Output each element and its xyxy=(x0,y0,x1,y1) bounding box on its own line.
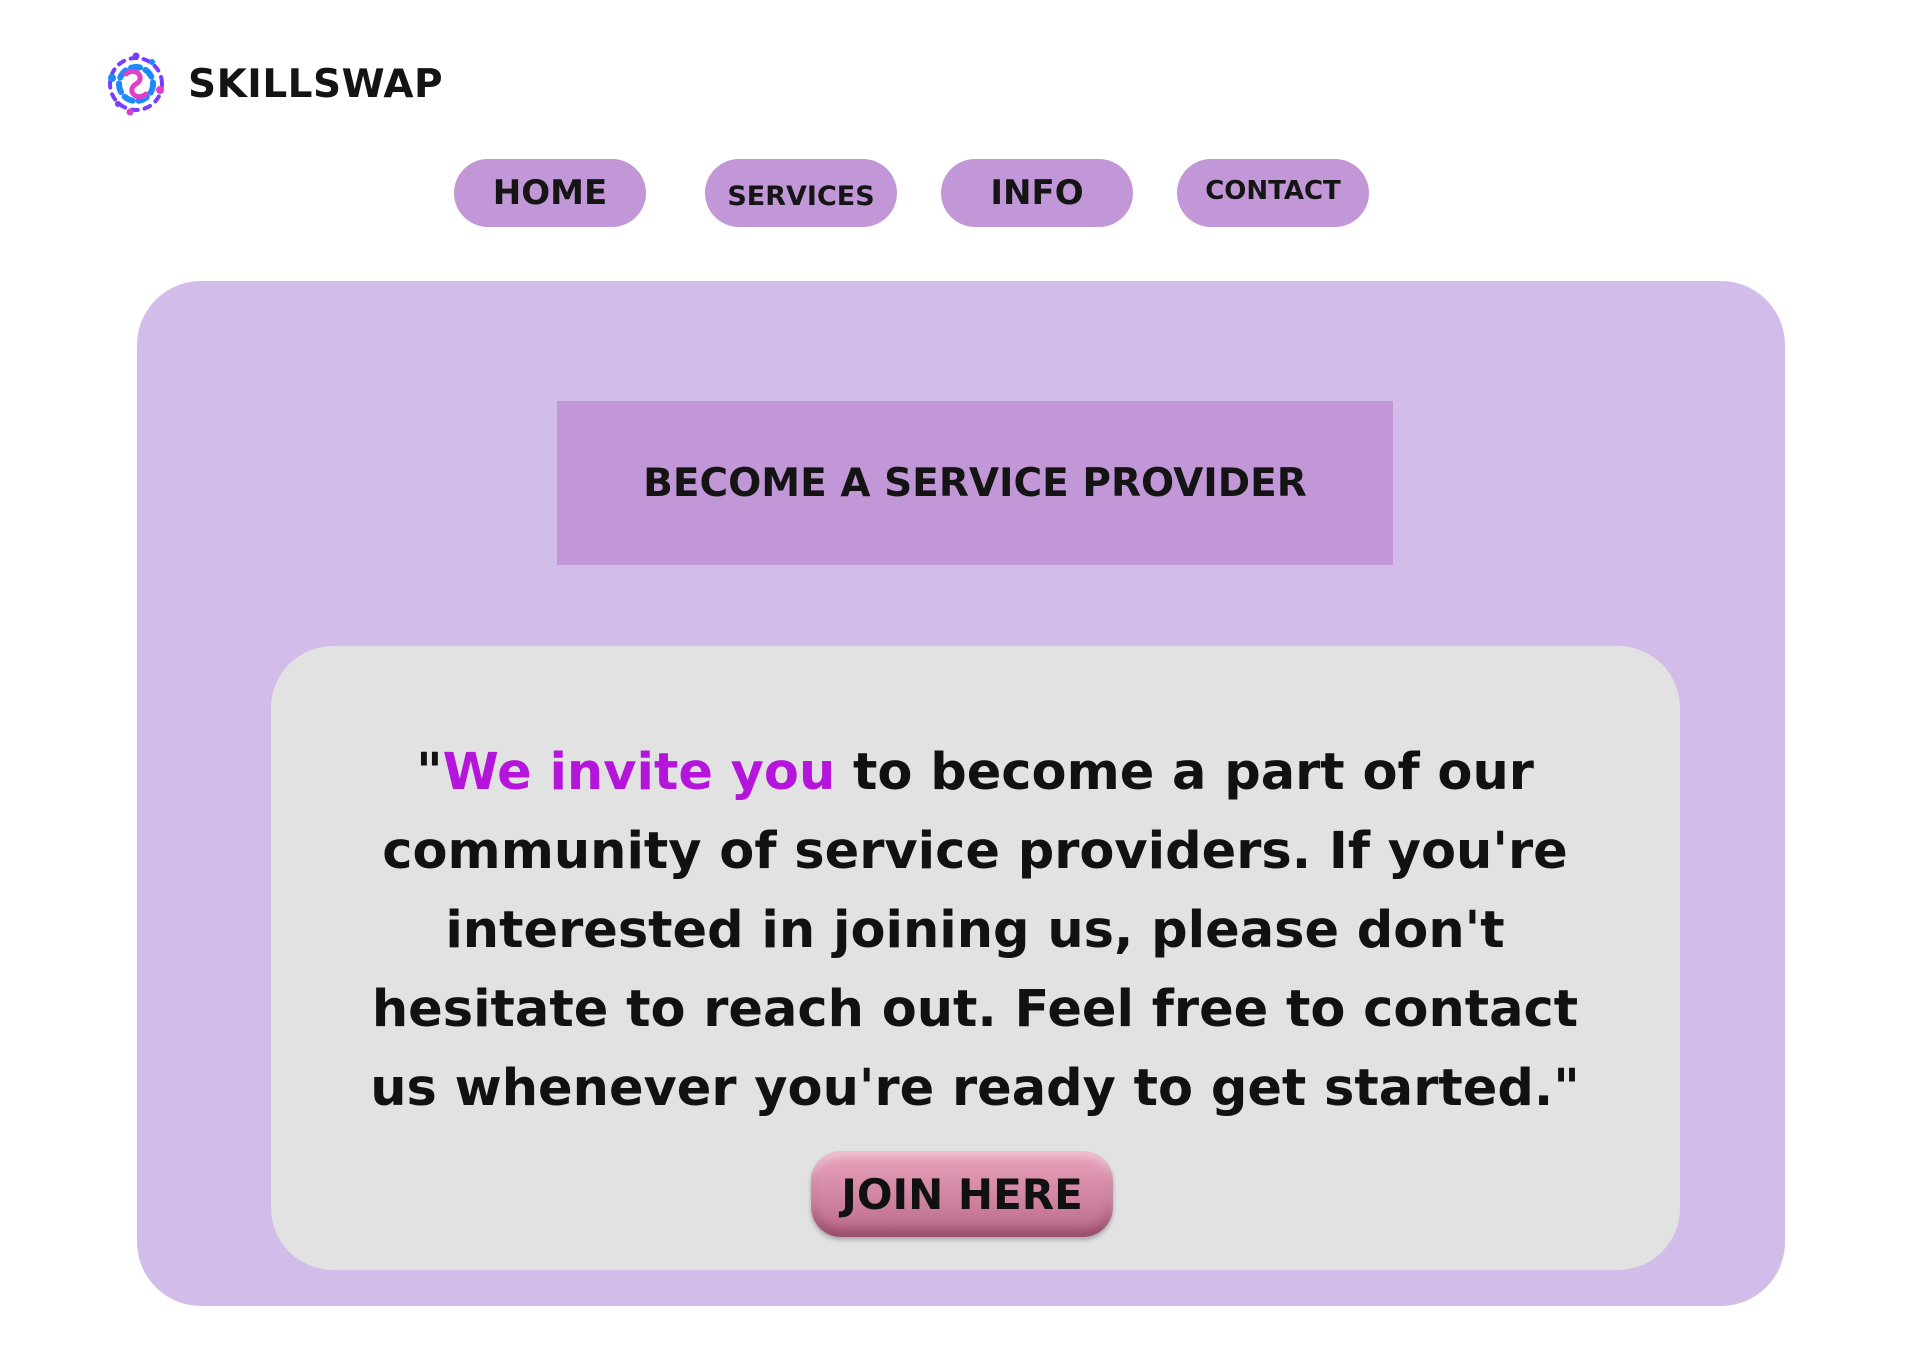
brand-logo[interactable]: SKILLSWAP xyxy=(100,48,443,120)
invite-highlight: We invite you xyxy=(442,743,836,802)
nav-info-button[interactable]: INFO xyxy=(941,159,1133,227)
interlinked-dots-logo-icon xyxy=(108,52,164,116)
invite-message: "We invite you to become a part of our c… xyxy=(340,733,1610,1128)
page-title: BECOME A SERVICE PROVIDER xyxy=(557,401,1393,565)
nav-home-button[interactable]: HOME xyxy=(454,159,646,227)
brand-name: SKILLSWAP xyxy=(188,61,444,107)
join-here-button[interactable]: JOIN HERE xyxy=(811,1151,1113,1237)
open-quote: " xyxy=(416,743,443,802)
nav-services-button[interactable]: SERVICES xyxy=(705,159,897,227)
nav-contact-button[interactable]: CONTACT xyxy=(1177,159,1369,227)
